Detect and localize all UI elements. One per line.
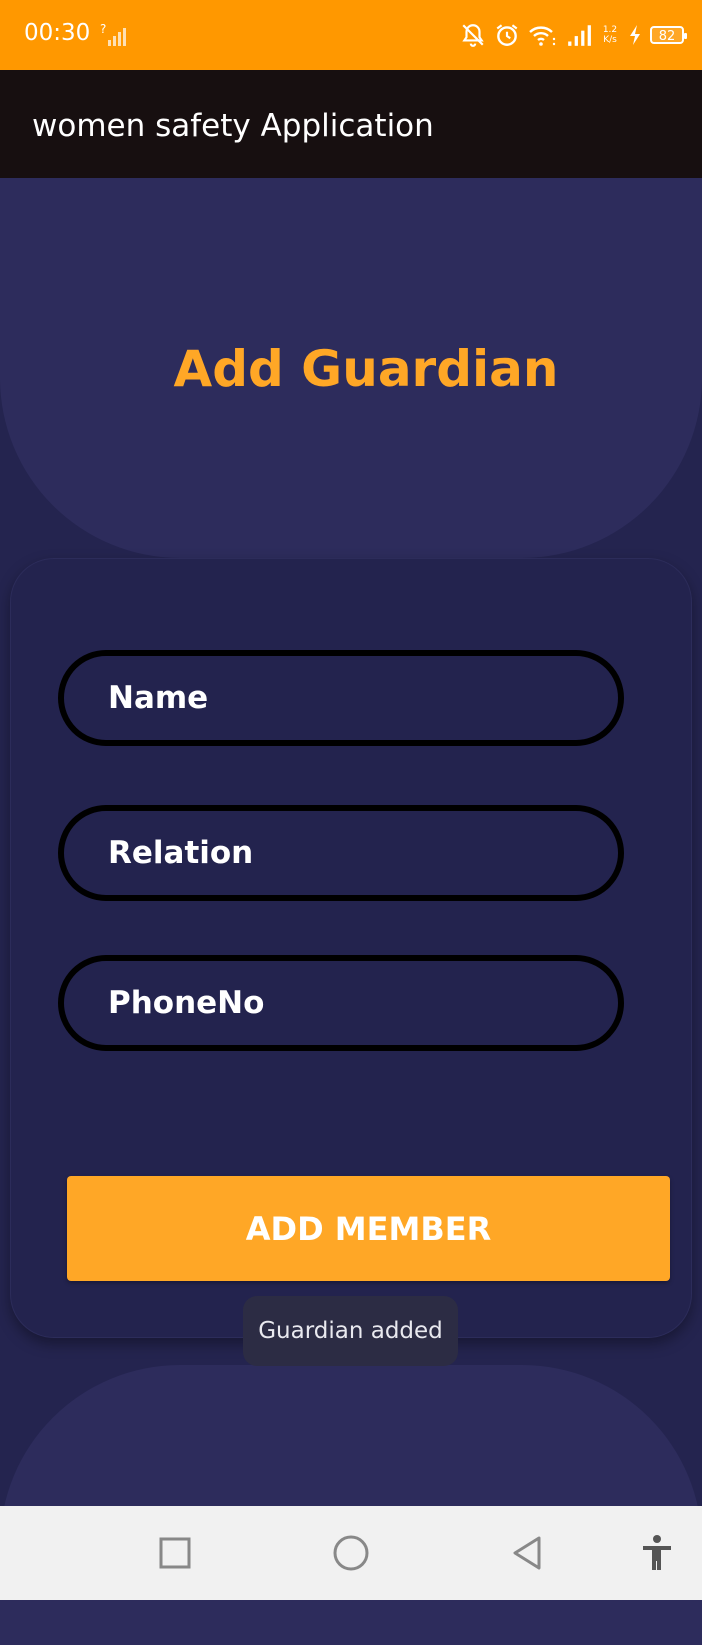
footer-background <box>0 1365 702 1645</box>
recents-icon <box>159 1537 191 1569</box>
battery-icon: 82 <box>650 26 687 44</box>
page-title: Add Guardian <box>173 340 559 398</box>
add-member-button[interactable]: ADD MEMBER <box>67 1176 670 1281</box>
phone-input[interactable] <box>64 961 618 1045</box>
network-speed: 1.2 K/s <box>600 25 620 45</box>
recents-button[interactable] <box>154 1532 196 1574</box>
notifications-muted-icon <box>462 24 484 47</box>
phone-field[interactable] <box>58 955 624 1051</box>
name-field[interactable] <box>58 650 624 746</box>
relation-input[interactable] <box>64 811 618 895</box>
toast-message: Guardian added <box>243 1296 458 1366</box>
charging-bolt-icon <box>630 25 640 45</box>
app-bar: women safety Application <box>0 70 702 178</box>
alarm-icon <box>496 24 518 46</box>
relation-field[interactable] <box>58 805 624 901</box>
back-icon <box>513 1536 541 1570</box>
name-input[interactable] <box>64 656 618 740</box>
status-icons: 1.2 K/s 82 <box>460 18 687 52</box>
app-title: women safety Application <box>32 108 434 144</box>
system-nav-bar <box>0 1506 702 1600</box>
svg-text:?: ? <box>100 22 106 36</box>
wifi-icon <box>529 26 556 46</box>
network-speed-unit: K/s <box>603 35 617 45</box>
home-button[interactable] <box>330 1532 372 1574</box>
status-time: 00:30 <box>24 20 91 46</box>
back-button[interactable] <box>506 1532 548 1574</box>
accessibility-button[interactable] <box>636 1532 678 1574</box>
status-bar: 00:30 ? 1.2 K/s 82 <box>0 0 702 70</box>
accessibility-icon <box>643 1535 671 1570</box>
cell-signal-icon <box>568 25 591 46</box>
no-sim-signal-icon: ? <box>100 22 126 46</box>
network-speed-value: 1.2 <box>602 25 618 35</box>
home-icon <box>333 1535 369 1571</box>
